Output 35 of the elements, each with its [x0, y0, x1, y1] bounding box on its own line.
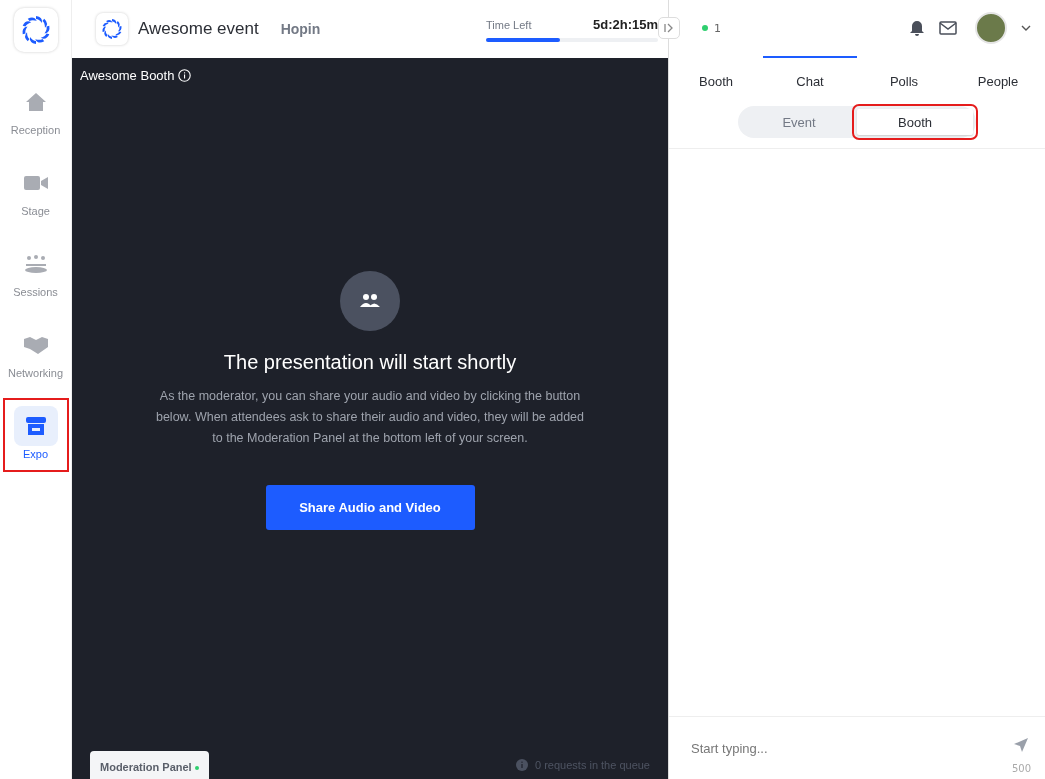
send-icon[interactable] — [1013, 736, 1030, 753]
moderation-panel-tab[interactable]: Moderation Panel — [90, 751, 209, 779]
booth-icon — [24, 416, 47, 436]
online-count: 1 — [714, 21, 721, 35]
panel-tab[interactable]: People — [951, 56, 1045, 104]
booth-title: Awesome Booth — [80, 68, 175, 83]
presentation-heading: The presentation will start shortly — [223, 351, 517, 374]
organizer-name: Hopin — [280, 21, 321, 37]
camera-icon — [23, 175, 48, 191]
avatar[interactable] — [975, 12, 1007, 44]
share-audio-video-button[interactable]: Share Audio and Video — [265, 485, 475, 530]
home-icon — [24, 92, 47, 112]
chat-scope-option[interactable]: Event — [741, 109, 857, 135]
info-icon — [178, 69, 192, 82]
chevron-down-icon[interactable] — [1021, 25, 1031, 31]
time-left-label: Time Left — [486, 18, 532, 31]
bell-icon[interactable] — [909, 19, 925, 37]
nav-item[interactable]: Sessions — [2, 236, 69, 310]
panel-tab[interactable]: Chat — [763, 56, 857, 104]
audience-icon — [23, 254, 48, 274]
moderator-message: As the moderator, you can share your audio and video by clicking the button below. When attendees ask to share their audio and video, they will be added to the Moderation Panel at the bottom left of your screen. — [154, 388, 586, 447]
collapse-icon — [664, 23, 674, 33]
panel-tab[interactable]: Polls — [857, 56, 951, 104]
nav-item[interactable]: Expo — [2, 398, 69, 472]
people-icon — [340, 271, 400, 331]
online-indicator-icon — [702, 25, 708, 31]
mail-icon[interactable] — [939, 21, 957, 35]
nav-item[interactable]: Networking — [2, 317, 69, 391]
time-left-value: 5d:2h:15m — [592, 16, 658, 32]
nav-item[interactable]: Reception — [2, 74, 69, 148]
nav-item[interactable]: Stage — [2, 155, 69, 229]
panel-tab[interactable]: Booth — [669, 56, 763, 104]
info-icon — [516, 759, 528, 771]
event-name: Awesome event — [138, 19, 259, 39]
character-limit: 500 — [1011, 762, 1031, 774]
